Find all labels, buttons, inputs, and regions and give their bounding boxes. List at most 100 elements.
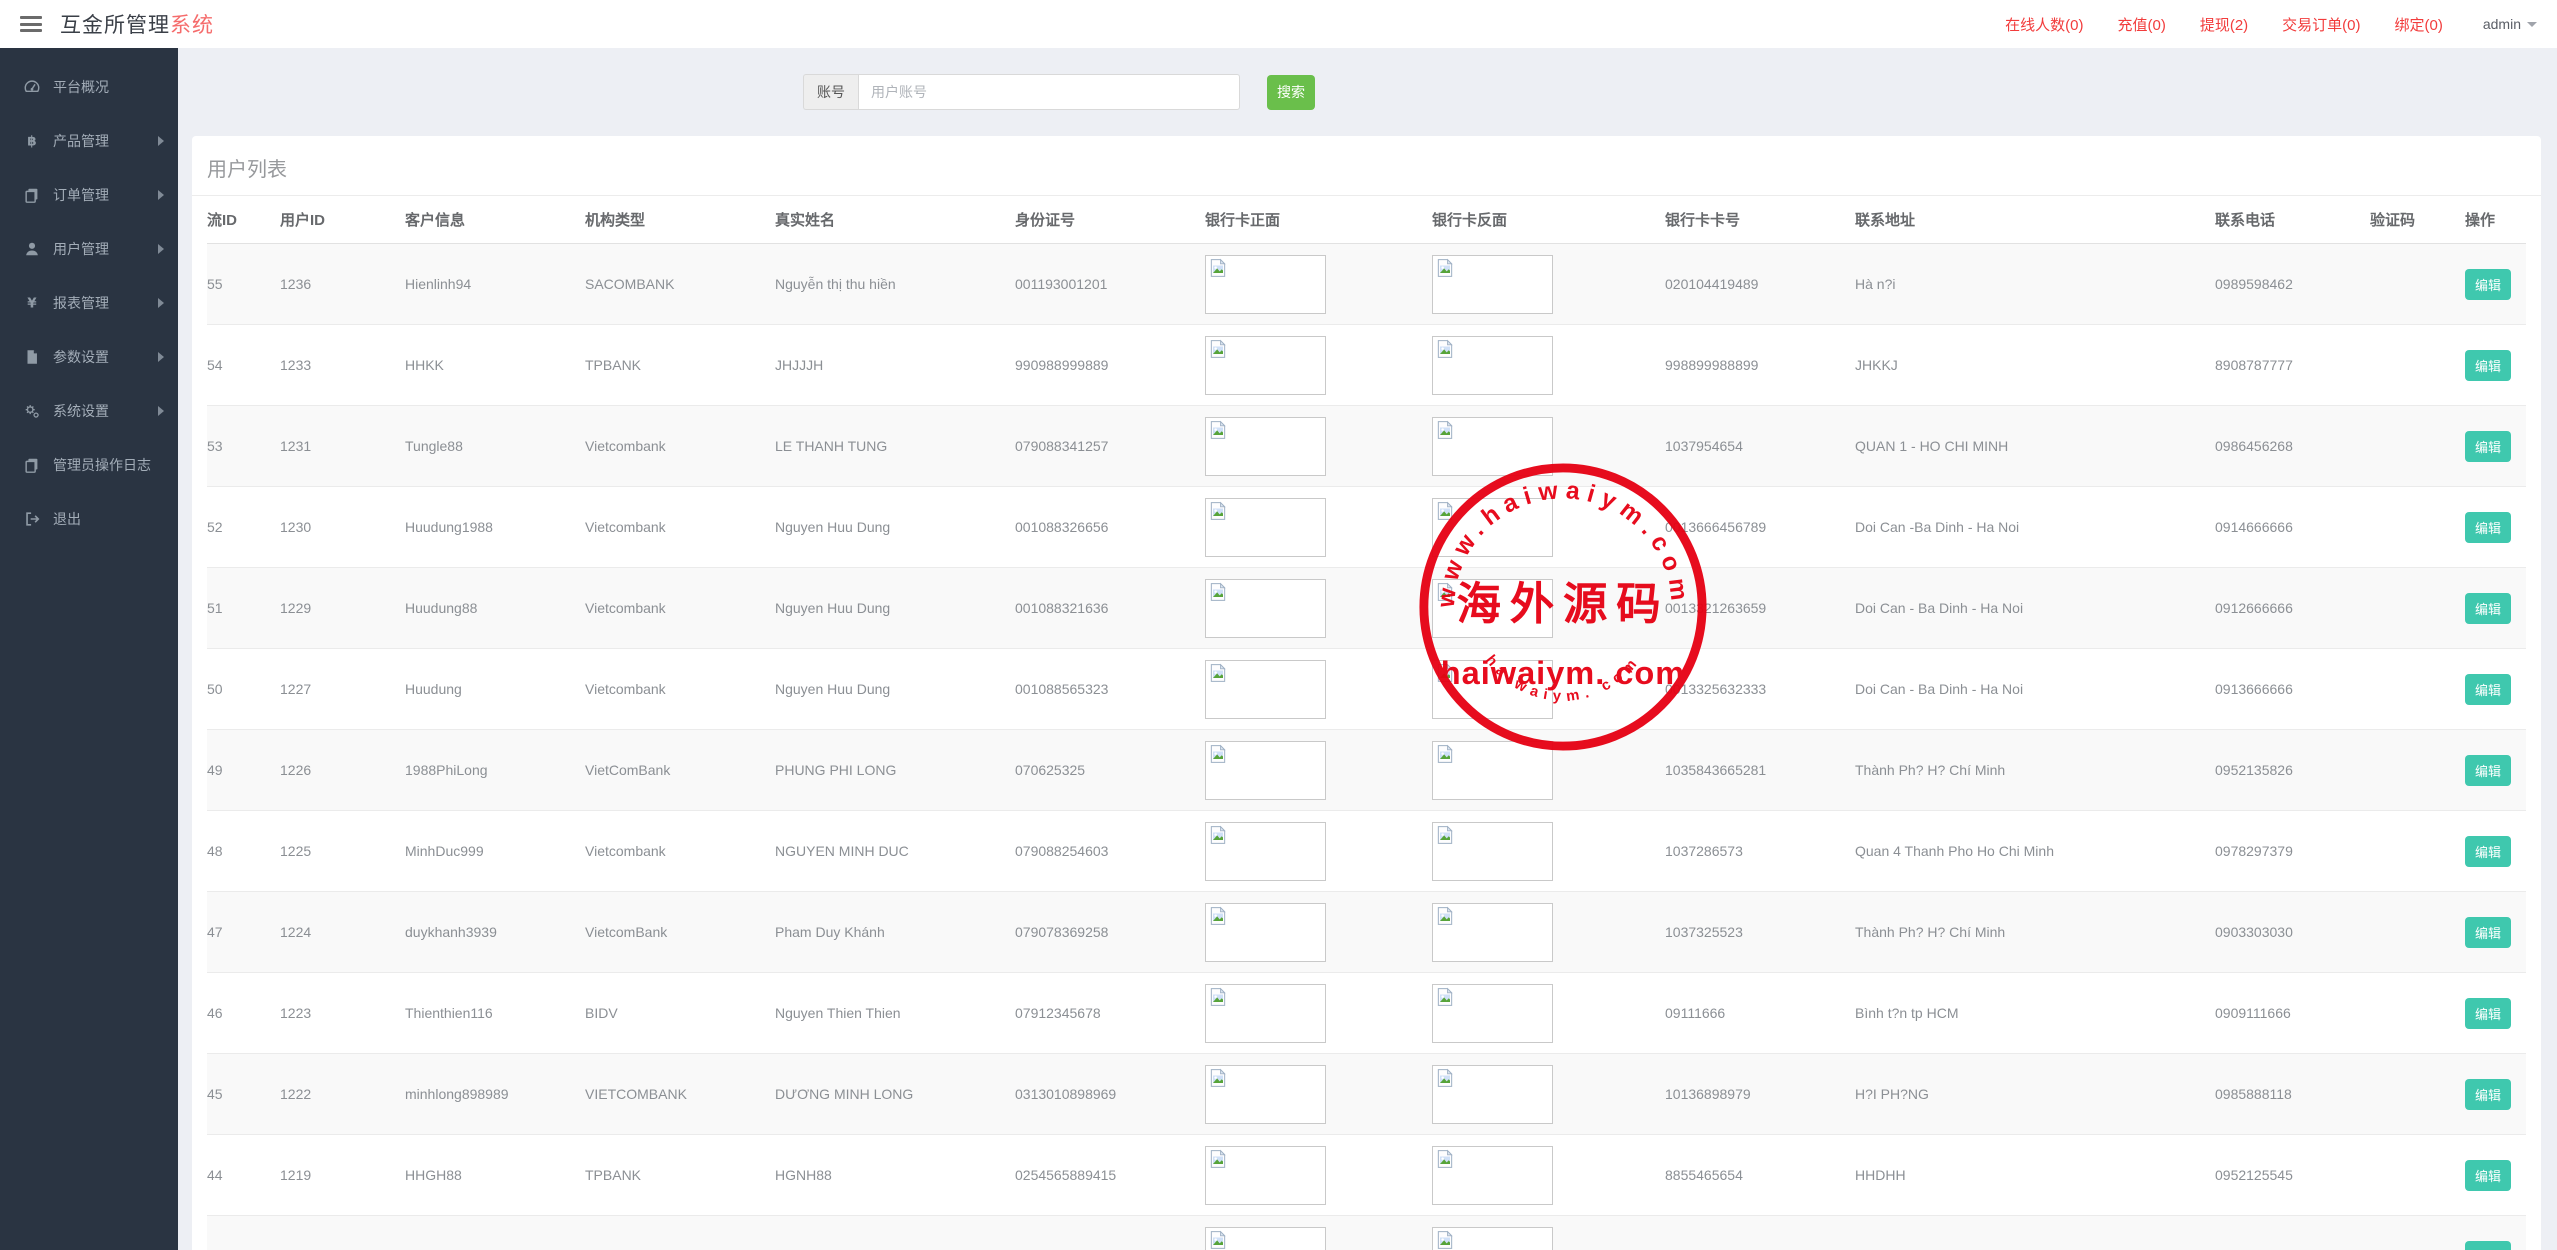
cell-org-type: Vietcombank — [585, 649, 775, 730]
cell-captcha — [2370, 1054, 2465, 1135]
cell-address: QUAN 1 - HO CHI MINH — [1855, 406, 2215, 487]
search-input[interactable] — [858, 74, 1240, 110]
cell-captcha — [2370, 973, 2465, 1054]
link-trade-orders[interactable]: 交易订单(0) — [2282, 14, 2360, 35]
cell-flow-id: 54 — [207, 325, 280, 406]
cell-card-number: 1037325523 — [1665, 892, 1855, 973]
link-recharge[interactable]: 充值(0) — [2117, 14, 2165, 35]
cell-card-front — [1205, 406, 1432, 487]
broken-image-icon — [1208, 906, 1228, 926]
broken-image-icon — [1435, 1230, 1455, 1250]
cell-phone: 0978297379 — [2215, 811, 2370, 892]
edit-button[interactable]: 编辑 — [2465, 1241, 2511, 1250]
search-button[interactable]: 搜索 — [1267, 75, 1315, 110]
cell-card-front — [1205, 1054, 1432, 1135]
cell-user-id: 1226 — [280, 730, 405, 811]
cell-real-name: LE THANH TUNG — [775, 406, 1015, 487]
cell-address: HHDHH — [1855, 1135, 2215, 1216]
cell-action: 编辑 — [2465, 487, 2526, 568]
admin-dropdown[interactable]: admin — [2483, 16, 2537, 32]
sidebar-item-label: 用户管理 — [53, 239, 109, 259]
cell-card-number: 998899988899 — [1665, 325, 1855, 406]
sidebar-item-platform-overview[interactable]: 平台概况 — [0, 60, 178, 114]
broken-image-icon — [1435, 663, 1455, 683]
col-card-number: 银行卡卡号 — [1665, 196, 1855, 244]
cell-real-name: Nguyen Quoc Nam — [775, 1216, 1015, 1250]
cell-user-id: 1233 — [280, 325, 405, 406]
edit-button[interactable]: 编辑 — [2465, 350, 2511, 381]
sidebar-item-product-management[interactable]: ฿ 产品管理 — [0, 114, 178, 168]
cell-id-number: 079089369258 — [1015, 1216, 1205, 1250]
table-row: 531231Tungle88VietcombankLE THANH TUNG07… — [207, 406, 2526, 487]
cell-customer-info: Thienthien116 — [405, 973, 585, 1054]
sidebar-item-system-settings[interactable]: 系统设置 — [0, 384, 178, 438]
edit-button[interactable]: 编辑 — [2465, 512, 2511, 543]
bank-card-back-image — [1432, 1065, 1553, 1124]
cell-customer-info: minhlong898989 — [405, 1054, 585, 1135]
sidebar-item-parameter-settings[interactable]: 参数设置 — [0, 330, 178, 384]
cell-flow-id: 51 — [207, 568, 280, 649]
edit-button[interactable]: 编辑 — [2465, 674, 2511, 705]
edit-button[interactable]: 编辑 — [2465, 1160, 2511, 1191]
edit-button[interactable]: 编辑 — [2465, 998, 2511, 1029]
cell-flow-id: 43 — [207, 1216, 280, 1250]
top-header: 互金所管理系统 在线人数(0) 充值(0) 提现(2) 交易订单(0) 绑定(0… — [0, 0, 2557, 48]
bank-card-front-image — [1205, 336, 1326, 395]
broken-image-icon — [1435, 1149, 1455, 1169]
bank-card-back-image — [1432, 822, 1553, 881]
svg-text:¥: ¥ — [27, 296, 37, 312]
cell-phone: 0909111666 — [2215, 973, 2370, 1054]
cell-real-name: Nguyen Huu Dung — [775, 568, 1015, 649]
cell-real-name: NGUYEN MINH DUC — [775, 811, 1015, 892]
cell-customer-info: duykhanh3939 — [405, 892, 585, 973]
sidebar-item-report-management[interactable]: ¥ 报表管理 — [0, 276, 178, 330]
edit-button[interactable]: 编辑 — [2465, 917, 2511, 948]
cell-card-number: 0013325632333 — [1665, 649, 1855, 730]
edit-button[interactable]: 编辑 — [2465, 1079, 2511, 1110]
cell-card-front — [1205, 1216, 1432, 1250]
file-icon — [22, 347, 42, 367]
edit-button[interactable]: 编辑 — [2465, 431, 2511, 462]
sidebar-item-order-management[interactable]: 订单管理 — [0, 168, 178, 222]
broken-image-icon — [1208, 501, 1228, 521]
bank-card-back-image — [1432, 660, 1553, 719]
sidebar-item-user-management[interactable]: 用户管理 — [0, 222, 178, 276]
bank-card-back-image — [1432, 741, 1553, 800]
cell-id-number: 070625325 — [1015, 730, 1205, 811]
table-row: 441219HHGH88TPBANKHGNH880254565889415885… — [207, 1135, 2526, 1216]
broken-image-icon — [1435, 582, 1455, 602]
cell-org-type: Vietcombank — [585, 811, 775, 892]
cell-card-back — [1432, 568, 1665, 649]
cell-id-number: 001088326656 — [1015, 487, 1205, 568]
broken-image-icon — [1435, 258, 1455, 278]
cell-real-name: Nguyen Huu Dung — [775, 487, 1015, 568]
hamburger-menu-icon[interactable] — [20, 16, 42, 32]
admin-username: admin — [2483, 16, 2521, 32]
link-binding[interactable]: 绑定(0) — [2395, 14, 2443, 35]
bank-card-front-image — [1205, 498, 1326, 557]
cell-real-name: PHUNG PHI LONG — [775, 730, 1015, 811]
edit-button[interactable]: 编辑 — [2465, 755, 2511, 786]
bank-card-front-image — [1205, 579, 1326, 638]
bank-card-back-image — [1432, 984, 1553, 1043]
cell-address: H?I PH?NG — [1855, 1054, 2215, 1135]
cell-captcha — [2370, 406, 2465, 487]
panel-title: 用户列表 — [192, 136, 2541, 196]
bank-card-front-image — [1205, 822, 1326, 881]
copy-files-icon — [22, 185, 42, 205]
cell-card-front — [1205, 244, 1432, 325]
edit-button[interactable]: 编辑 — [2465, 836, 2511, 867]
cell-action: 编辑 — [2465, 1216, 2526, 1250]
bank-card-front-image — [1205, 1227, 1326, 1250]
edit-button[interactable]: 编辑 — [2465, 593, 2511, 624]
link-withdraw[interactable]: 提现(2) — [2200, 14, 2248, 35]
col-address: 联系地址 — [1855, 196, 2215, 244]
link-online-users[interactable]: 在线人数(0) — [2005, 14, 2083, 35]
broken-image-icon — [1435, 987, 1455, 1007]
sidebar-item-logout[interactable]: 退出 — [0, 492, 178, 546]
sidebar-item-admin-log[interactable]: 管理员操作日志 — [0, 438, 178, 492]
cell-action: 编辑 — [2465, 1135, 2526, 1216]
cell-card-back — [1432, 244, 1665, 325]
cell-action: 编辑 — [2465, 973, 2526, 1054]
edit-button[interactable]: 编辑 — [2465, 269, 2511, 300]
